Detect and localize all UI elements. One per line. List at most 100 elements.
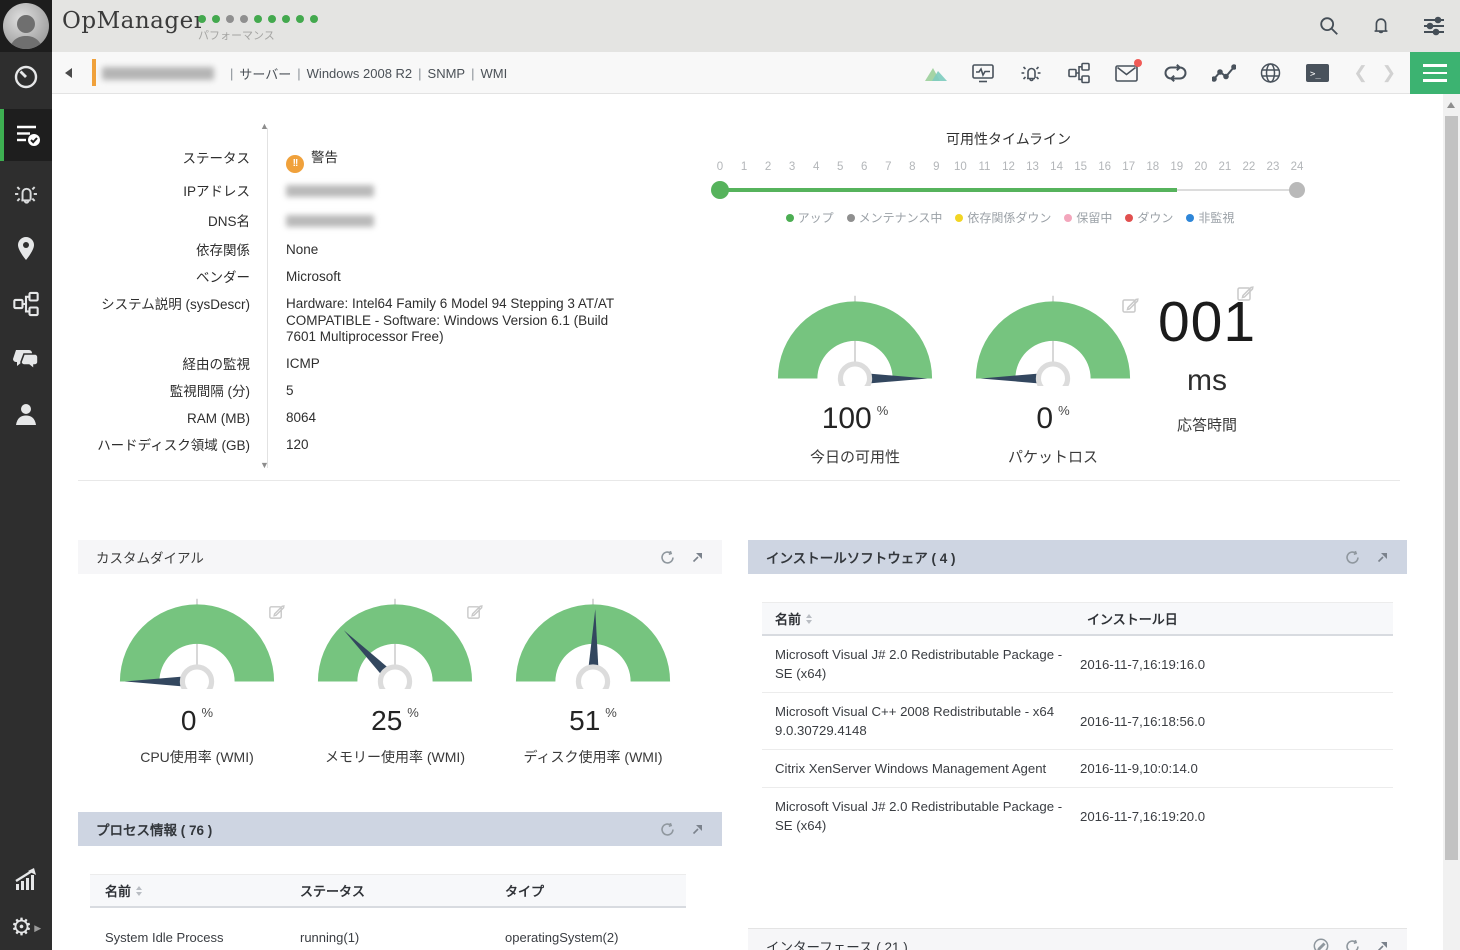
dns-name-redacted xyxy=(286,215,374,227)
sidebar-item-topology[interactable] xyxy=(0,284,52,324)
info-row-sysdescr: システム説明 (sysDescr) Hardware: Intel64 Fami… xyxy=(90,296,665,346)
timeline-tick: 0 xyxy=(717,161,723,173)
availability-value: 100% xyxy=(775,402,935,436)
info-row-ram: RAM (MB) 8064 xyxy=(90,410,665,427)
edit-icon[interactable] xyxy=(1236,284,1254,307)
process-col-type[interactable]: タイプ xyxy=(505,881,544,900)
status-dot xyxy=(296,15,304,23)
sidebar-item-chat[interactable] xyxy=(0,339,52,379)
status-dot xyxy=(254,15,262,23)
timeline-legend-item: ダウン xyxy=(1125,209,1173,226)
device-status-stripe xyxy=(92,59,96,86)
memory-dial-label: メモリー使用率 (WMI) xyxy=(315,747,475,767)
workflow-icon[interactable] xyxy=(1067,62,1091,84)
scroll-up-icon[interactable] xyxy=(1447,102,1455,108)
software-row[interactable]: Microsoft Visual J# 2.0 Redistributable … xyxy=(762,636,1393,693)
process-name: System Idle Process xyxy=(105,930,224,945)
mail-icon[interactable] xyxy=(1114,62,1139,84)
timeline-legend-item: 非監視 xyxy=(1186,209,1234,226)
cpu-dial-value: 0% xyxy=(117,705,277,737)
expand-icon[interactable] xyxy=(1376,940,1389,950)
timeline-end-dot[interactable] xyxy=(1289,182,1305,198)
status-dot xyxy=(198,15,206,23)
terminal-icon[interactable]: >_ xyxy=(1305,63,1330,83)
software-table-header: 名前 インストール日 xyxy=(762,602,1393,636)
timeline-tick: 5 xyxy=(837,161,843,173)
timeline-tick: 7 xyxy=(885,161,891,173)
sidebar-item-settings[interactable]: ⚙ ▶ xyxy=(0,908,52,948)
edit-circle-icon[interactable] xyxy=(1313,938,1329,950)
list-check-icon xyxy=(14,122,42,148)
timeline-start-dot[interactable] xyxy=(711,181,729,199)
edit-icon[interactable] xyxy=(268,603,285,625)
vertical-scrollbar[interactable] xyxy=(1443,94,1460,950)
svg-text:>_: >_ xyxy=(1310,70,1321,80)
timeline-tick: 22 xyxy=(1243,161,1256,173)
menu-button[interactable] xyxy=(1410,52,1460,94)
timeline-legend: アップメンテナンス中依存関係ダウン保留中ダウン非監視 xyxy=(690,209,1330,226)
timeline-tick: 19 xyxy=(1170,161,1183,173)
performance-chart-icon[interactable] xyxy=(924,62,948,84)
edit-icon[interactable] xyxy=(1121,296,1139,319)
mail-badge xyxy=(1134,59,1142,67)
alarm-bell-icon[interactable] xyxy=(1018,62,1044,84)
interfaces-title: インターフェース ( 21 ) xyxy=(748,936,908,950)
chat-bubbles-icon xyxy=(12,346,40,372)
timeline-legend-item: 保留中 xyxy=(1064,209,1112,226)
search-icon[interactable] xyxy=(1318,15,1340,37)
timeline-tick: 4 xyxy=(813,161,819,173)
refresh-icon[interactable] xyxy=(1345,939,1360,950)
process-col-name[interactable]: 名前 xyxy=(105,881,142,900)
process-col-status[interactable]: ステータス xyxy=(300,881,365,900)
notifications-bell-icon[interactable] xyxy=(1370,15,1392,37)
edit-icon[interactable] xyxy=(466,603,483,625)
packet-loss-label: パケットロス xyxy=(973,446,1133,467)
timeline-tick: 18 xyxy=(1146,161,1159,173)
installed-software-title: インストールソフトウェア ( 4 ) xyxy=(748,547,955,567)
sort-icon xyxy=(806,614,812,624)
sidebar-item-dashboard[interactable] xyxy=(0,56,52,96)
sidebar-item-users[interactable] xyxy=(0,394,52,434)
info-scroll-up-icon[interactable]: ▲ xyxy=(260,121,269,131)
prev-device-icon[interactable]: ❮ xyxy=(1354,63,1368,83)
user-avatar[interactable] xyxy=(0,0,52,52)
status-value: 警告 xyxy=(311,150,338,165)
next-device-icon[interactable]: ❯ xyxy=(1382,63,1396,83)
settings-sliders-icon[interactable] xyxy=(1422,15,1446,37)
pulse-line-icon[interactable] xyxy=(1212,62,1236,84)
status-dot xyxy=(310,15,318,23)
expand-icon[interactable] xyxy=(1376,551,1389,564)
monitor-graph-icon[interactable] xyxy=(971,62,995,84)
expand-icon[interactable] xyxy=(691,823,704,836)
disk-dial-value: 51% xyxy=(513,705,673,737)
software-col-date[interactable]: インストール日 xyxy=(1087,609,1178,628)
sidebar-item-inventory[interactable] xyxy=(0,109,52,161)
info-row-dns: DNS名 xyxy=(90,213,665,232)
sidebar-item-alarms[interactable] xyxy=(0,174,52,214)
device-name-redacted xyxy=(102,67,214,80)
timeline-tick: 10 xyxy=(954,161,967,173)
refresh-icon[interactable] xyxy=(1345,550,1360,565)
software-row[interactable]: Citrix XenServer Windows Management Agen… xyxy=(762,750,1393,788)
sidebar-item-maps[interactable] xyxy=(0,229,52,269)
software-row[interactable]: Microsoft Visual C++ 2008 Redistributabl… xyxy=(762,693,1393,750)
link-loop-icon[interactable] xyxy=(1162,62,1189,84)
availability-label: 今日の可用性 xyxy=(775,446,935,467)
breadcrumb-category[interactable]: サーバー xyxy=(239,64,291,83)
back-icon[interactable] xyxy=(65,68,72,78)
process-table-row[interactable]: System Idle Process running(1) operating… xyxy=(90,908,686,930)
software-row[interactable]: Microsoft Visual J# 2.0 Redistributable … xyxy=(762,788,1393,844)
refresh-icon[interactable] xyxy=(660,822,675,837)
timeline-tick: 3 xyxy=(789,161,795,173)
timeline-tick: 24 xyxy=(1291,161,1304,173)
refresh-icon[interactable] xyxy=(660,550,675,565)
scrollbar-thumb[interactable] xyxy=(1445,116,1458,860)
expand-icon[interactable] xyxy=(691,551,704,564)
sidebar-item-reports[interactable] xyxy=(0,860,52,900)
software-col-name[interactable]: 名前 xyxy=(775,609,812,628)
status-dot xyxy=(240,15,248,23)
globe-icon[interactable] xyxy=(1259,62,1282,84)
process-info-title: プロセス情報 ( 76 ) xyxy=(78,819,212,839)
alarm-icon xyxy=(11,181,41,207)
software-table: Microsoft Visual J# 2.0 Redistributable … xyxy=(762,636,1393,844)
